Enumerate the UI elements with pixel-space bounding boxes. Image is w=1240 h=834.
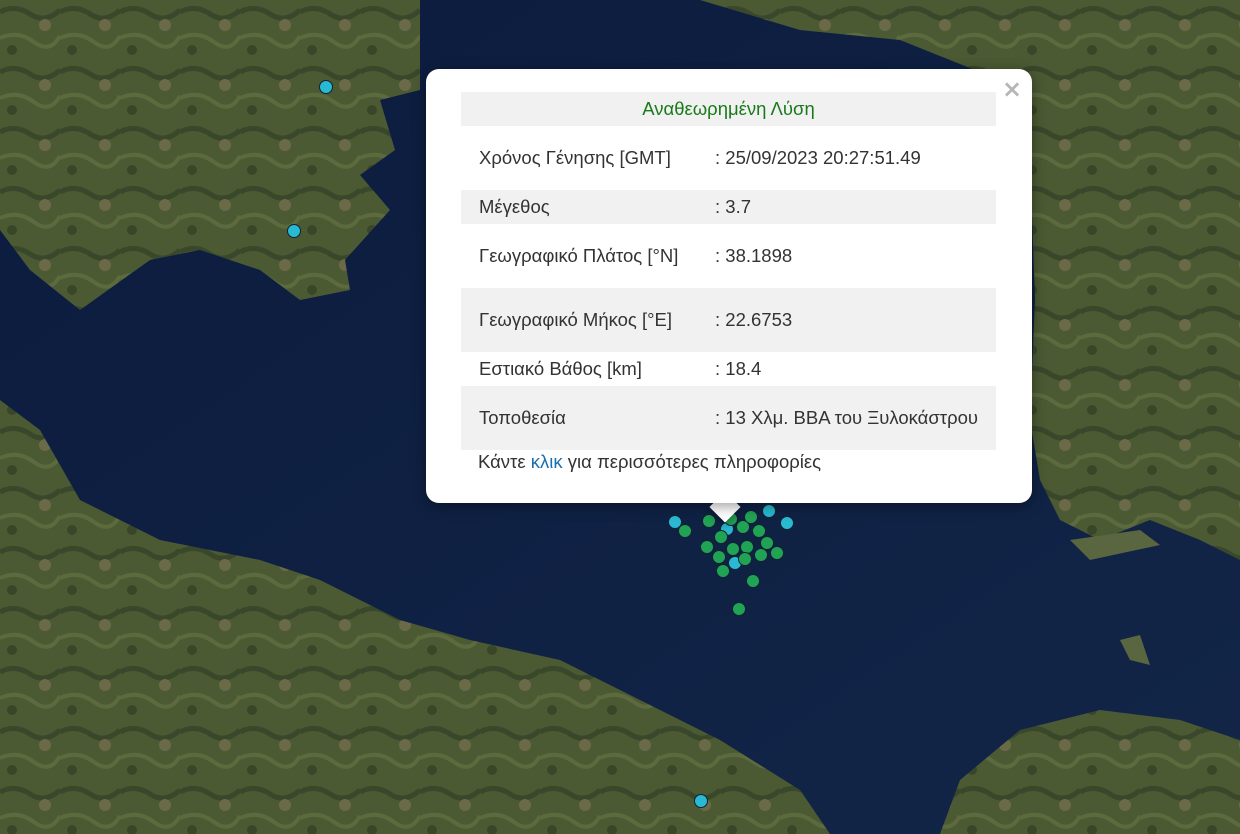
longitude-value: : 22.6753 — [715, 288, 996, 352]
latitude-value: : 38.1898 — [715, 245, 793, 266]
earthquake-marker[interactable] — [319, 80, 333, 94]
earthquake-marker[interactable] — [738, 552, 752, 566]
earthquake-marker[interactable] — [678, 524, 692, 538]
table-row: Γεωγραφικό Μήκος [°E] : 22.6753 — [461, 288, 996, 352]
location-value: : 13 Χλμ. ΒΒΑ του Ξυλοκάστρου — [715, 386, 996, 450]
popup-title-row: Αναθεωρημένη Λύση — [461, 92, 996, 126]
table-row: Εστιακό Βάθος [km] : 18.4 — [461, 352, 996, 386]
depth-label: Εστιακό Βάθος [km] — [479, 358, 642, 379]
origin-time-label: Χρόνος Γένησης [GMT] — [479, 147, 671, 168]
magnitude-value: : 3.7 — [715, 190, 996, 224]
earthquake-marker[interactable] — [732, 602, 746, 616]
earthquake-marker[interactable] — [712, 550, 726, 564]
earthquake-marker[interactable] — [700, 540, 714, 554]
location-label: Τοποθεσία — [461, 386, 715, 450]
earthquake-marker[interactable] — [716, 564, 730, 578]
depth-value: : 18.4 — [715, 358, 762, 379]
table-row: Γεωγραφικό Πλάτος [°N] : 38.1898 — [461, 224, 996, 288]
earthquake-info-table: Αναθεωρημένη Λύση Χρόνος Γένησης [GMT] :… — [461, 92, 996, 450]
longitude-label: Γεωγραφικό Μήκος [°E] — [461, 288, 715, 352]
earthquake-marker[interactable] — [762, 504, 776, 518]
earthquake-marker[interactable] — [746, 574, 760, 588]
magnitude-label: Μέγεθος — [461, 190, 715, 224]
earthquake-marker[interactable] — [780, 516, 794, 530]
earthquake-marker[interactable] — [694, 794, 708, 808]
origin-time-value: : 25/09/2023 20:27:51.49 — [715, 147, 921, 168]
table-row: Χρόνος Γένησης [GMT] : 25/09/2023 20:27:… — [461, 126, 996, 190]
earthquake-marker[interactable] — [714, 530, 728, 544]
close-icon[interactable]: × — [1000, 76, 1024, 102]
earthquake-marker[interactable] — [770, 546, 784, 560]
earthquake-marker[interactable] — [726, 542, 740, 556]
more-info-text: Κάντε κλικ για περισσότερες πληροφορίες — [478, 451, 822, 472]
earthquake-marker[interactable] — [287, 224, 301, 238]
table-row: Τοποθεσία : 13 Χλμ. ΒΒΑ του Ξυλοκάστρου — [461, 386, 996, 450]
more-info-link[interactable]: κλικ — [531, 451, 563, 472]
earthquake-marker[interactable] — [754, 548, 768, 562]
table-row: Μέγεθος : 3.7 — [461, 190, 996, 224]
latitude-label: Γεωγραφικό Πλάτος [°N] — [479, 245, 679, 266]
earthquake-marker[interactable] — [744, 510, 758, 524]
map[interactable]: × Αναθεωρημένη Λύση Χρόνος Γένησης [GMT]… — [0, 0, 1240, 834]
popup-title: Αναθεωρημένη Λύση — [461, 92, 996, 126]
earthquake-marker[interactable] — [702, 514, 716, 528]
